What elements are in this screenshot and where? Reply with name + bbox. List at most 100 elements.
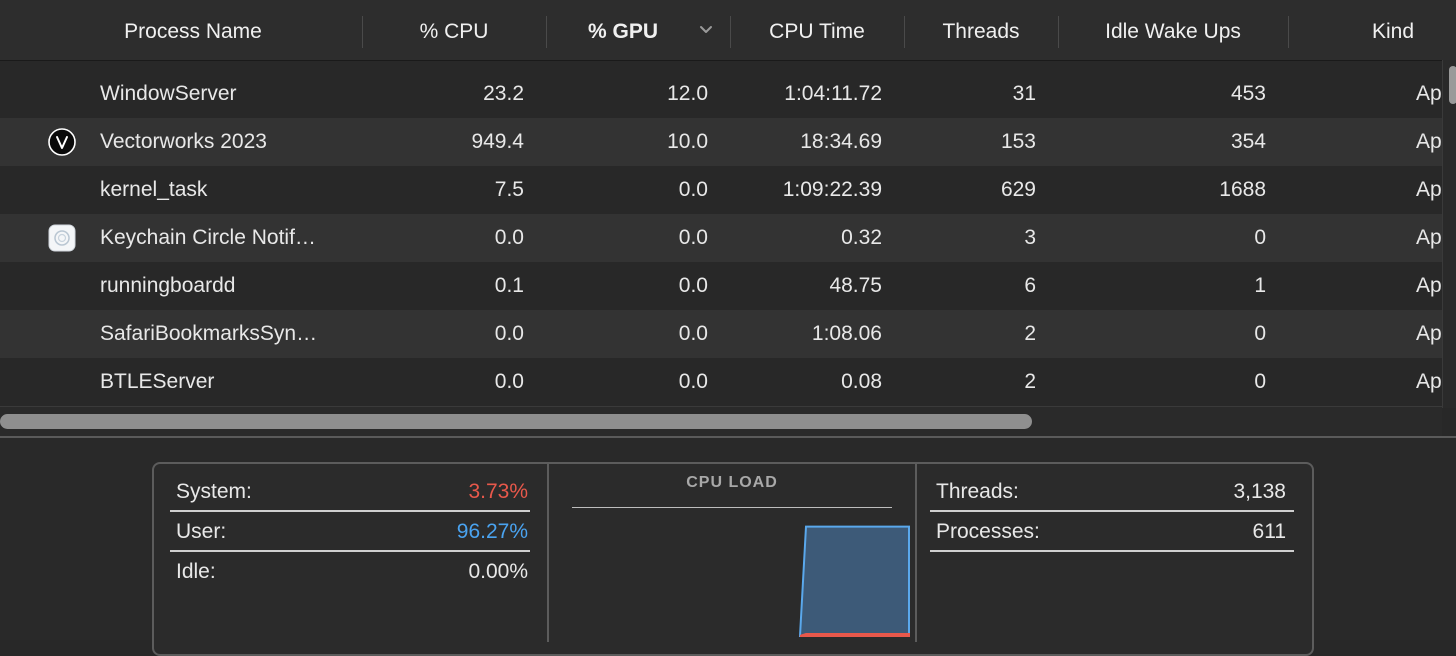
cpu-value: 0.0 <box>494 322 524 345</box>
cpu-value: 23.2 <box>483 82 524 105</box>
table-row[interactable]: WindowServer 23.2 12.0 1:04:11.72 31 453… <box>0 70 1442 118</box>
cpu-load-title: CPU LOAD <box>686 474 778 491</box>
process-name: Keychain Circle Notif… <box>100 226 316 249</box>
processes-label: Processes: <box>936 520 1040 543</box>
cpu-load-user-area <box>798 525 910 637</box>
column-header-cpu-time[interactable]: CPU Time <box>732 0 902 60</box>
horizontal-scrollbar-thumb[interactable] <box>0 414 1032 429</box>
table-row[interactable]: SafariBookmarksSyn… 0.0 0.0 1:08.06 2 0 … <box>0 310 1442 358</box>
idle-wake-ups-value: 0 <box>1254 226 1266 249</box>
cpu-time-value: 1:08.06 <box>811 322 882 345</box>
threads-value: 629 <box>1000 178 1036 201</box>
idle-wake-ups-value: 0 <box>1254 370 1266 393</box>
column-divider[interactable] <box>730 16 731 48</box>
system-label: System: <box>176 480 252 503</box>
section-divider <box>915 462 917 642</box>
kind-value: Ap <box>1416 322 1442 345</box>
threads-label: Threads: <box>936 480 1019 503</box>
process-table-body: WindowServer 23.2 12.0 1:04:11.72 31 453… <box>0 70 1442 406</box>
user-label: User: <box>176 520 227 543</box>
processes-value: 611 <box>1252 520 1286 543</box>
threads-stat: Threads: 3,138 <box>936 472 1286 512</box>
process-name: runningboardd <box>100 274 236 297</box>
gpu-value: 10.0 <box>667 130 708 153</box>
column-divider[interactable] <box>904 16 905 48</box>
threads-value: 2 <box>1024 370 1036 393</box>
idle-value: 0.00% <box>468 560 528 583</box>
process-name: BTLEServer <box>100 370 215 393</box>
threads-value: 2 <box>1024 322 1036 345</box>
kind-value: Ap <box>1416 82 1442 105</box>
table-row[interactable]: kernel_task 7.5 0.0 1:09:22.39 629 1688 … <box>0 166 1442 214</box>
kind-value: Ap <box>1416 274 1442 297</box>
cpu-load-graph <box>798 525 910 637</box>
cpu-load-system-area <box>799 633 910 637</box>
threads-value: 3,138 <box>1233 480 1286 503</box>
user-stat: User: 96.27% <box>176 512 528 552</box>
section-divider <box>547 462 549 642</box>
gpu-value: 0.0 <box>678 370 708 393</box>
processes-stat: Processes: 611 <box>936 512 1286 552</box>
column-divider[interactable] <box>1288 16 1289 48</box>
idle-wake-ups-value: 453 <box>1230 82 1266 105</box>
threads-value: 153 <box>1000 130 1036 153</box>
keychain-icon <box>48 224 76 252</box>
system-value: 3.73% <box>468 480 528 503</box>
process-name: kernel_task <box>100 178 208 201</box>
column-header-process-name[interactable]: Process Name <box>70 0 316 60</box>
cpu-load-rule <box>572 507 892 508</box>
idle-stat: Idle: 0.00% <box>176 552 528 592</box>
table-row[interactable]: Vectorworks 2023 949.4 10.0 18:34.69 153… <box>0 118 1442 166</box>
system-stat: System: 3.73% <box>176 472 528 512</box>
process-name: WindowServer <box>100 82 237 105</box>
column-divider[interactable] <box>1058 16 1059 48</box>
vertical-scrollbar-thumb[interactable] <box>1449 66 1456 104</box>
gpu-value: 0.0 <box>678 274 708 297</box>
vertical-scrollbar-track[interactable] <box>1442 60 1456 408</box>
cpu-time-value: 18:34.69 <box>800 130 882 153</box>
process-name: Vectorworks 2023 <box>100 130 267 153</box>
idle-wake-ups-value: 1 <box>1254 274 1266 297</box>
table-row[interactable]: runningboardd 0.1 0.0 48.75 6 1 Ap <box>0 262 1442 310</box>
cpu-time-value: 1:09:22.39 <box>782 178 882 201</box>
kind-value: Ap <box>1416 226 1442 249</box>
gpu-value: 0.0 <box>678 322 708 345</box>
table-header: Process Name % CPU % GPU CPU Time Thread… <box>0 0 1456 61</box>
user-value: 96.27% <box>456 520 528 543</box>
idle-label: Idle: <box>176 560 216 583</box>
threads-value: 6 <box>1024 274 1036 297</box>
kind-value: Ap <box>1416 370 1442 393</box>
column-divider[interactable] <box>546 16 547 48</box>
gpu-value: 0.0 <box>678 226 708 249</box>
table-row[interactable]: BTLEServer 0.0 0.0 0.08 2 0 Ap <box>0 358 1442 406</box>
cpu-value: 0.1 <box>494 274 524 297</box>
kind-value: Ap <box>1416 178 1442 201</box>
stat-separator <box>930 550 1294 552</box>
cpu-value: 0.0 <box>494 226 524 249</box>
column-header-threads[interactable]: Threads <box>906 0 1056 60</box>
gpu-value: 12.0 <box>667 82 708 105</box>
sort-descending-chevron-icon[interactable] <box>698 22 714 38</box>
column-header-cpu[interactable]: % CPU <box>364 0 544 60</box>
column-header-idle-wake-ups[interactable]: Idle Wake Ups <box>1060 0 1286 60</box>
vectorworks-icon <box>48 128 76 156</box>
cpu-time-value: 0.32 <box>841 226 882 249</box>
cpu-value: 949.4 <box>471 130 524 153</box>
idle-wake-ups-value: 1688 <box>1219 178 1266 201</box>
cpu-value: 0.0 <box>494 370 524 393</box>
cpu-time-value: 48.75 <box>829 274 882 297</box>
idle-wake-ups-value: 0 <box>1254 322 1266 345</box>
threads-value: 31 <box>1012 82 1036 105</box>
table-row[interactable]: Keychain Circle Notif… 0.0 0.0 0.32 3 0 … <box>0 214 1442 262</box>
cpu-value: 7.5 <box>494 178 524 201</box>
threads-value: 3 <box>1024 226 1036 249</box>
kind-value: Ap <box>1416 130 1442 153</box>
cpu-time-value: 1:04:11.72 <box>784 82 882 105</box>
gpu-value: 0.0 <box>678 178 708 201</box>
column-header-gpu[interactable]: % GPU <box>548 0 698 60</box>
column-divider[interactable] <box>362 16 363 48</box>
process-name: SafariBookmarksSyn… <box>100 322 318 345</box>
column-header-kind[interactable]: Kind <box>1290 0 1456 60</box>
cpu-time-value: 0.08 <box>841 370 882 393</box>
idle-wake-ups-value: 354 <box>1230 130 1266 153</box>
